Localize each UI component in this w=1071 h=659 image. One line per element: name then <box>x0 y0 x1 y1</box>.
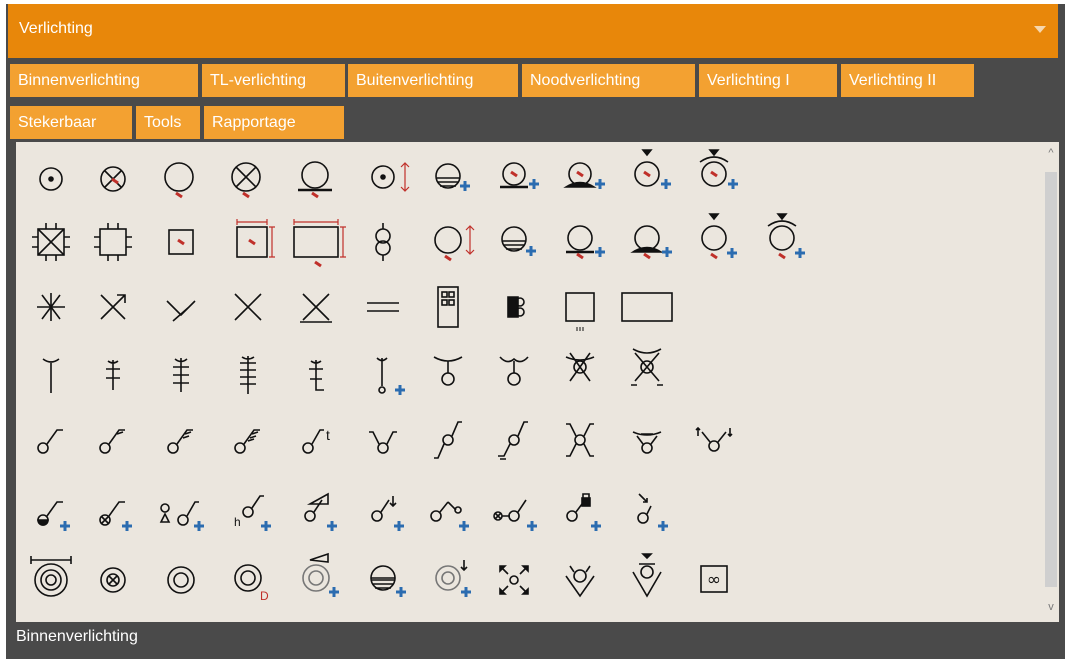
d-label: D <box>260 589 269 603</box>
pendant-wall-plus-symbol[interactable] <box>566 225 607 260</box>
antenna-branch-symbol[interactable] <box>309 360 324 391</box>
transformer-symbol[interactable] <box>375 223 391 261</box>
rectangle-light-symbol[interactable] <box>621 292 673 322</box>
pendant-light-symbol[interactable] <box>164 162 194 199</box>
wall-light-shaded-plus-symbol[interactable] <box>563 162 607 191</box>
vertical-scrollbar[interactable]: ^ v <box>1043 142 1059 622</box>
antenna-single-symbol[interactable] <box>106 360 120 390</box>
intermediate-switch-symbol[interactable] <box>434 421 462 459</box>
fluorescent-symbol[interactable] <box>367 302 399 312</box>
switch-bulb-double-hook-symbol[interactable] <box>499 356 529 386</box>
infinity-box-symbol[interactable]: ∞ <box>700 565 728 593</box>
switch-arrow-plus-symbol[interactable] <box>371 496 406 533</box>
junction-box-symbol[interactable] <box>94 223 132 261</box>
infinity-label: ∞ <box>707 570 721 590</box>
cross-light-symbol[interactable] <box>234 293 262 321</box>
switch-motion-plus-symbol[interactable] <box>637 493 670 533</box>
switch-h-plus-symbol[interactable]: h <box>234 495 273 533</box>
antenna-double-symbol[interactable] <box>173 358 189 392</box>
switch-double-cross-bulb-symbol[interactable] <box>631 348 663 386</box>
tab-noodverlichting[interactable]: Noodverlichting <box>522 64 695 97</box>
switch-key-plus-symbol[interactable] <box>430 501 471 533</box>
floodlight-symbol[interactable] <box>300 293 332 323</box>
tab-verlichting-i[interactable]: Verlichting I <box>699 64 837 97</box>
antenna-triple-symbol[interactable] <box>240 356 256 394</box>
antenna-symbol[interactable] <box>42 358 60 393</box>
cross-switch-symbol[interactable] <box>566 423 594 457</box>
square-light-symbol[interactable] <box>565 292 595 331</box>
switch-cross-plus-symbol[interactable] <box>99 501 134 533</box>
spotlight-symbol[interactable] <box>166 293 196 322</box>
double-socket-symbol[interactable] <box>507 296 525 318</box>
downlight-cone-marked-symbol[interactable] <box>632 553 662 598</box>
up-down-switch-symbol[interactable] <box>695 426 733 452</box>
ceiling-light-symbol[interactable] <box>39 167 63 191</box>
switch-lock-plus-symbol[interactable] <box>566 493 603 533</box>
asterisk-light-symbol[interactable] <box>37 293 65 321</box>
switch-triple-symbol[interactable] <box>167 429 193 454</box>
recessed-pendant-plus-symbol[interactable] <box>501 226 538 258</box>
downlight-cone-symbol[interactable] <box>565 565 595 598</box>
double-ring-sensor-plus-symbol[interactable] <box>302 552 341 599</box>
pendant-light-cross-symbol[interactable] <box>231 162 261 199</box>
light-box-grid-symbol[interactable] <box>437 286 459 328</box>
double-ring-arrow-plus-symbol[interactable] <box>435 560 473 599</box>
cross-rose-symbol[interactable] <box>100 567 126 593</box>
tab-stekerbaar[interactable]: Stekerbaar <box>10 106 132 139</box>
recessed-ring-plus-symbol[interactable] <box>370 565 408 599</box>
pull-switch-plus-symbol[interactable] <box>376 357 407 397</box>
timer-switch-symbol[interactable]: t <box>302 427 330 454</box>
pendant-hook-red-plus-symbol[interactable] <box>767 213 807 260</box>
light-with-height-symbol[interactable] <box>371 162 410 192</box>
box-light-symbol[interactable] <box>168 229 194 255</box>
pendant-hook-plus-symbol[interactable] <box>699 149 740 191</box>
chevron-down-icon[interactable] <box>1034 26 1046 33</box>
tab-verlichting-ii[interactable]: Verlichting II <box>841 64 974 97</box>
ceiling-rose-symbol[interactable] <box>30 556 72 597</box>
dimmer-switch-symbol[interactable] <box>632 431 662 454</box>
tab-tl-verlichting[interactable]: TL-verlichting <box>202 64 345 97</box>
junction-box-cross-symbol[interactable] <box>32 223 70 261</box>
wall-light-plus-symbol[interactable] <box>500 162 541 191</box>
pendant-arrow-red-plus-symbol[interactable] <box>701 213 739 260</box>
switch-cross-bulb-symbol[interactable] <box>565 352 595 382</box>
tab-rapportage[interactable]: Rapportage <box>204 106 344 139</box>
h-label: h <box>234 515 241 529</box>
intermediate-switch-multi-symbol[interactable] <box>498 421 528 460</box>
pendant-height-symbol[interactable] <box>434 225 475 262</box>
double-ring-symbol[interactable] <box>167 566 195 594</box>
panel-title: Verlichting <box>19 20 93 37</box>
tab-buitenverlichting[interactable]: Buitenverlichting <box>348 64 518 97</box>
double-ring-d-symbol[interactable]: D <box>234 564 269 603</box>
ceiling-light-cross-red-symbol[interactable] <box>100 166 126 192</box>
switch-symbol[interactable] <box>37 429 63 454</box>
switch-quad-symbol[interactable] <box>234 429 260 454</box>
switch-person-plus-symbol[interactable] <box>159 501 206 533</box>
pendant-arrow-plus-symbol[interactable] <box>634 149 673 191</box>
panel-light-dimension-symbol[interactable] <box>293 219 346 268</box>
status-bar-label: Binnenverlichting <box>16 628 138 645</box>
switch-double-dot-plus-symbol[interactable] <box>493 499 539 533</box>
chevron-down-icon[interactable]: v <box>1046 602 1056 613</box>
radiating-light-symbol[interactable] <box>499 565 529 595</box>
tab-binnenverlichting[interactable]: Binnenverlichting <box>10 64 198 97</box>
switch-shaded-plus-symbol[interactable] <box>37 501 72 533</box>
spotlight-arrow-symbol[interactable] <box>100 294 126 320</box>
tab-tools[interactable]: Tools <box>136 106 200 139</box>
switch-bulb-hook-symbol[interactable] <box>433 356 463 386</box>
box-light-dimension-symbol[interactable] <box>236 219 275 258</box>
symbol-grid: t h D ∞ <box>30 149 807 603</box>
switch-sensor-plus-symbol[interactable] <box>304 492 339 533</box>
recessed-light-plus-symbol[interactable] <box>435 163 472 193</box>
switch-double-symbol[interactable] <box>99 429 125 454</box>
chevron-up-icon[interactable]: ^ <box>1046 148 1056 159</box>
scrollbar-thumb[interactable] <box>1045 172 1057 587</box>
panel-header[interactable]: Verlichting <box>8 4 1058 58</box>
two-way-switch-symbol[interactable] <box>369 431 397 454</box>
wall-light-symbol[interactable] <box>298 161 332 199</box>
timer-label: t <box>326 427 330 443</box>
pendant-wall-shaded-plus-symbol[interactable] <box>630 225 674 260</box>
